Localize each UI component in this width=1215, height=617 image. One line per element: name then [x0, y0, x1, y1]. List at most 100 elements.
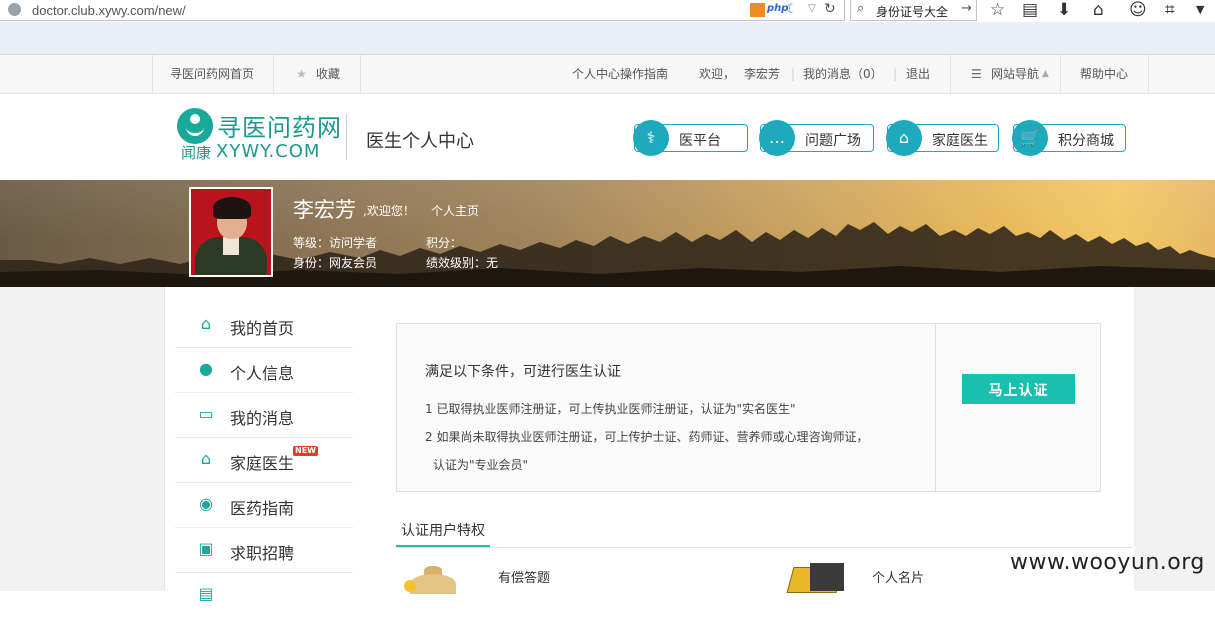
sidebar-item-label: 求职招聘: [230, 544, 295, 563]
bag-body: [410, 574, 456, 594]
sidebar-item-label: 我的首页: [230, 319, 295, 338]
divider: [1060, 55, 1061, 93]
home-icon[interactable]: ⌂: [1093, 0, 1104, 20]
resume-icon: ▣: [198, 539, 214, 558]
cert-condition-2: 2 如果尚未取得执业医师注册证，可上传护士证、药师证、营养师或心理咨询师证，: [425, 430, 869, 444]
avatar[interactable]: [189, 187, 273, 277]
family-doctor-icon: ⌂: [200, 449, 212, 468]
search-box[interactable]: ⌕ 身份证号大全 →: [850, 0, 977, 21]
sidebar-item-home[interactable]: ⌂ 我的首页: [175, 303, 353, 348]
bookmark-star-icon[interactable]: ☆: [990, 0, 1005, 20]
user-level: 等级：访问学者: [293, 236, 378, 250]
card-holder: [810, 563, 844, 591]
top-nav: 寻医问药网首页 ★ 收藏 个人中心操作指南 欢迎， 李宏芳 | 我的消息（0） …: [0, 55, 1215, 94]
menu-arrow-icon[interactable]: ▼: [1196, 0, 1204, 20]
avatar-collar: [223, 237, 239, 255]
sidebar-item-messages[interactable]: ▭ 我的消息: [175, 393, 353, 438]
avatar-hair: [213, 197, 251, 219]
privilege-business-card: 个人名片: [872, 571, 925, 586]
dropdown-arrow-icon[interactable]: ▽: [808, 3, 816, 14]
site-home-link[interactable]: 寻医问药网首页: [170, 55, 254, 93]
divider: [950, 55, 951, 93]
button-label: 家庭医生: [932, 133, 988, 149]
doctor-icon: ⚕: [633, 120, 669, 156]
logo-subtext: 闻康: [181, 144, 212, 162]
question-square-button[interactable]: … 问题广场: [759, 120, 874, 156]
help-link[interactable]: 帮助中心: [1080, 55, 1128, 93]
list-icon: ☰: [971, 67, 982, 81]
browser-toolbar: doctor.club.xywy.com/new/ php ☾ ▽ ↻ ⌕ 身份…: [0, 0, 1215, 23]
city-skyline: [0, 222, 1215, 287]
globe-icon: [8, 3, 21, 16]
book-icon: ▤: [198, 584, 214, 603]
favorite-link[interactable]: 收藏: [316, 55, 340, 93]
welcome-text: ,欢迎您！: [363, 204, 415, 218]
site-nav-link[interactable]: 网站导航: [991, 55, 1039, 93]
download-icon[interactable]: ⬇: [1057, 0, 1071, 20]
logo-dot: [190, 114, 200, 124]
family-doctor-button[interactable]: ⌂ 家庭医生: [886, 120, 999, 156]
tab-privileges[interactable]: 认证用户特权: [396, 510, 490, 548]
chat-bubble-icon: …: [759, 120, 795, 156]
user-name: 李宏芳: [293, 198, 356, 222]
guide-link[interactable]: 个人中心操作指南: [572, 55, 668, 93]
cart-icon: 🛒: [1012, 120, 1048, 156]
url-text[interactable]: doctor.club.xywy.com/new/: [32, 3, 186, 18]
search-go-icon[interactable]: →: [961, 1, 972, 16]
logo-text[interactable]: 寻医问药网: [217, 108, 342, 143]
sidebar-item-more[interactable]: ▤: [175, 573, 353, 617]
divider: [935, 323, 936, 492]
privilege-paid-answer: 有偿答题: [498, 571, 551, 586]
moon-icon[interactable]: ☾: [786, 2, 798, 17]
compass-icon: ◉: [199, 494, 213, 513]
divider: |: [791, 67, 796, 81]
logo-domain: XYWY.COM: [216, 141, 321, 162]
username-link[interactable]: 李宏芳: [744, 55, 780, 93]
divider: [360, 55, 361, 93]
sidebar-item-profile[interactable]: ● 个人信息: [175, 348, 353, 393]
divider: [152, 55, 153, 93]
house-icon: ⌂: [886, 120, 922, 156]
person-icon: ●: [199, 359, 213, 378]
reader-icon[interactable]: ▤: [1022, 0, 1038, 20]
browser-blank-strip: [0, 22, 1215, 55]
homepage-link[interactable]: 个人主页: [431, 202, 479, 219]
crop-icon[interactable]: ⌗: [1165, 0, 1175, 20]
home-icon: ⌂: [200, 314, 212, 333]
new-badge: NEW: [293, 446, 318, 456]
sidebar-item-label: 医药指南: [230, 499, 295, 518]
logout-link[interactable]: 退出: [906, 55, 930, 93]
cert-condition-2-cont: 认证为"专业会员": [433, 458, 529, 472]
sidebar-item-label: 个人信息: [230, 364, 295, 383]
message-icon: ▭: [198, 404, 214, 423]
sidebar-item-medical-guide[interactable]: ◉ 医药指南: [175, 483, 353, 528]
divider: [1148, 55, 1149, 93]
messages-link[interactable]: 我的消息（0）: [803, 55, 883, 93]
sidebar-item-label: 家庭医生: [230, 454, 295, 473]
divider: [273, 55, 274, 93]
star-icon: ★: [296, 67, 307, 81]
sidebar-item-label: 我的消息: [230, 409, 295, 428]
php-addon-icon[interactable]: [750, 3, 765, 17]
coin: [404, 580, 416, 592]
points-mall-button[interactable]: 🛒 积分商城: [1012, 120, 1126, 156]
certify-now-button[interactable]: 马上认证: [962, 374, 1075, 404]
button-label: 医平台: [679, 133, 721, 149]
chat-icon[interactable]: ☺: [1129, 0, 1147, 20]
divider: [346, 114, 347, 160]
button-label: 问题广场: [805, 133, 861, 149]
page-title: 医生个人中心: [366, 131, 474, 152]
user-identity: 身份：网友会员: [293, 256, 378, 270]
sidebar-item-jobs[interactable]: ▣ 求职招聘: [175, 528, 353, 573]
sidebar-item-family-doctor[interactable]: ⌂ 家庭医生 NEW: [175, 438, 353, 483]
profile-banner: [0, 180, 1215, 287]
reload-icon[interactable]: ↻: [824, 1, 836, 17]
search-icon: ⌕: [857, 1, 865, 16]
divider: [396, 547, 1133, 548]
business-card-icon: [780, 563, 850, 593]
money-bag-icon: [404, 566, 462, 594]
user-points: 积分：: [426, 236, 463, 250]
url-bar[interactable]: doctor.club.xywy.com/new/ php ☾ ▽ ↻: [0, 0, 845, 21]
doctor-platform-button[interactable]: ⚕ 医平台: [633, 120, 748, 156]
search-input[interactable]: 身份证号大全: [876, 3, 948, 20]
